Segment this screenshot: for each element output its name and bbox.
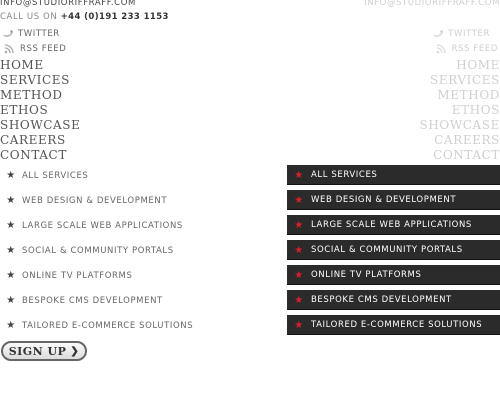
service-label: WEB DESIGN & DEVELOPMENT xyxy=(22,195,168,206)
star-icon: ★ xyxy=(294,219,304,231)
twitter-bird-icon xyxy=(432,29,444,39)
service-label: LARGE SCALE WEB APPLICATIONS xyxy=(22,220,183,231)
star-icon: ★ xyxy=(6,270,16,281)
nav-item-contact[interactable]: CONTACT xyxy=(0,148,81,163)
service-item[interactable]: ★ ONLINE TV PLATFORMS xyxy=(0,263,193,288)
rss-icon xyxy=(4,44,16,54)
service-label: ONLINE TV PLATFORMS xyxy=(22,270,133,281)
star-icon: ★ xyxy=(6,320,16,331)
service-label: ALL SERVICES xyxy=(311,170,378,180)
contact-email-link-alt[interactable]: INFO@STUDIORIFFRAFF.COM xyxy=(364,0,500,8)
sign-up-label: SIGN UP xyxy=(8,344,67,358)
service-item-active[interactable]: ★ BESPOKE CMS DEVELOPMENT xyxy=(287,290,500,310)
star-icon: ★ xyxy=(294,194,304,206)
service-item-active[interactable]: ★ SOCIAL & COMMUNITY PORTALS xyxy=(287,240,500,260)
nav-item-services-alt[interactable]: SERVICES xyxy=(420,73,500,88)
rss-label-alt: RSS FEED xyxy=(451,44,498,54)
rss-link-alt[interactable]: RSS FEED xyxy=(436,44,498,54)
nav-item-method[interactable]: METHOD xyxy=(0,88,81,103)
service-label: SOCIAL & COMMUNITY PORTALS xyxy=(22,245,174,256)
nav-item-ethos[interactable]: ETHOS xyxy=(0,103,81,118)
star-icon: ★ xyxy=(6,295,16,306)
nav-item-showcase[interactable]: SHOWCASE xyxy=(0,118,81,133)
service-label: BESPOKE CMS DEVELOPMENT xyxy=(22,295,163,306)
service-label: ONLINE TV PLATFORMS xyxy=(311,270,422,280)
chevron-right-icon: ❯ xyxy=(70,345,80,357)
sign-up-button[interactable]: SIGN UP ❯ xyxy=(1,341,87,361)
services-list: ★ ALL SERVICES ★ WEB DESIGN & DEVELOPMENT … xyxy=(0,163,193,338)
star-icon: ★ xyxy=(6,220,16,231)
service-label: BESPOKE CMS DEVELOPMENT xyxy=(311,295,452,305)
service-item[interactable]: ★ SOCIAL & COMMUNITY PORTALS xyxy=(0,238,193,263)
main-nav: HOME SERVICES METHOD ETHOS SHOWCASE CARE… xyxy=(0,58,81,163)
service-item[interactable]: ★ WEB DESIGN & DEVELOPMENT xyxy=(0,188,193,213)
service-label: TAILORED E-COMMERCE SOLUTIONS xyxy=(311,320,483,330)
star-icon: ★ xyxy=(6,245,16,256)
service-item[interactable]: ★ ALL SERVICES xyxy=(0,163,193,188)
contact-email-link[interactable]: INFO@STUDIORIFFRAFF.COM xyxy=(0,0,136,8)
main-nav-alt: HOME SERVICES METHOD ETHOS SHOWCASE CARE… xyxy=(420,58,500,163)
twitter-link-alt[interactable]: TWITTER xyxy=(432,29,490,39)
nav-item-showcase-alt[interactable]: SHOWCASE xyxy=(420,118,500,133)
service-label: LARGE SCALE WEB APPLICATIONS xyxy=(311,220,472,230)
star-icon: ★ xyxy=(294,269,304,281)
rss-label: RSS FEED xyxy=(20,44,67,54)
nav-item-careers-alt[interactable]: CAREERS xyxy=(420,133,500,148)
service-item-active[interactable]: ★ TAILORED E-COMMERCE SOLUTIONS xyxy=(287,315,500,335)
nav-item-careers[interactable]: CAREERS xyxy=(0,133,81,148)
rss-link[interactable]: RSS FEED xyxy=(4,44,66,54)
twitter-bird-icon xyxy=(2,29,14,39)
call-us-line: CALL US ON +44 (0)191 233 1153 xyxy=(0,12,169,22)
nav-item-ethos-alt[interactable]: ETHOS xyxy=(420,103,500,118)
nav-item-contact-alt[interactable]: CONTACT xyxy=(420,148,500,163)
nav-item-method-alt[interactable]: METHOD xyxy=(420,88,500,103)
service-item-active[interactable]: ★ ONLINE TV PLATFORMS xyxy=(287,265,500,285)
star-icon: ★ xyxy=(6,170,16,181)
service-label: ALL SERVICES xyxy=(22,170,89,181)
service-item[interactable]: ★ TAILORED E-COMMERCE SOLUTIONS xyxy=(0,313,193,338)
twitter-link[interactable]: TWITTER xyxy=(2,29,60,39)
services-list-active: ★ ALL SERVICES ★ WEB DESIGN & DEVELOPMENT … xyxy=(287,165,500,340)
star-icon: ★ xyxy=(294,244,304,256)
service-item-active[interactable]: ★ ALL SERVICES xyxy=(287,165,500,185)
nav-item-home[interactable]: HOME xyxy=(0,58,81,73)
nav-item-home-alt[interactable]: HOME xyxy=(420,58,500,73)
twitter-label-alt: TWITTER xyxy=(448,29,490,39)
star-icon: ★ xyxy=(294,319,304,331)
service-item[interactable]: ★ BESPOKE CMS DEVELOPMENT xyxy=(0,288,193,313)
star-icon: ★ xyxy=(6,195,16,206)
service-label: WEB DESIGN & DEVELOPMENT xyxy=(311,195,457,205)
rss-icon xyxy=(436,44,448,54)
star-icon: ★ xyxy=(294,294,304,306)
star-icon: ★ xyxy=(294,169,304,181)
twitter-label: TWITTER xyxy=(18,29,60,39)
service-item[interactable]: ★ LARGE SCALE WEB APPLICATIONS xyxy=(0,213,193,238)
service-label: SOCIAL & COMMUNITY PORTALS xyxy=(311,245,463,255)
service-label: TAILORED E-COMMERCE SOLUTIONS xyxy=(22,320,194,331)
service-item-active[interactable]: ★ WEB DESIGN & DEVELOPMENT xyxy=(287,190,500,210)
service-item-active[interactable]: ★ LARGE SCALE WEB APPLICATIONS xyxy=(287,215,500,235)
call-us-label: CALL US ON xyxy=(0,12,58,22)
nav-item-services[interactable]: SERVICES xyxy=(0,73,81,88)
phone-number: +44 (0)191 233 1153 xyxy=(60,12,169,22)
